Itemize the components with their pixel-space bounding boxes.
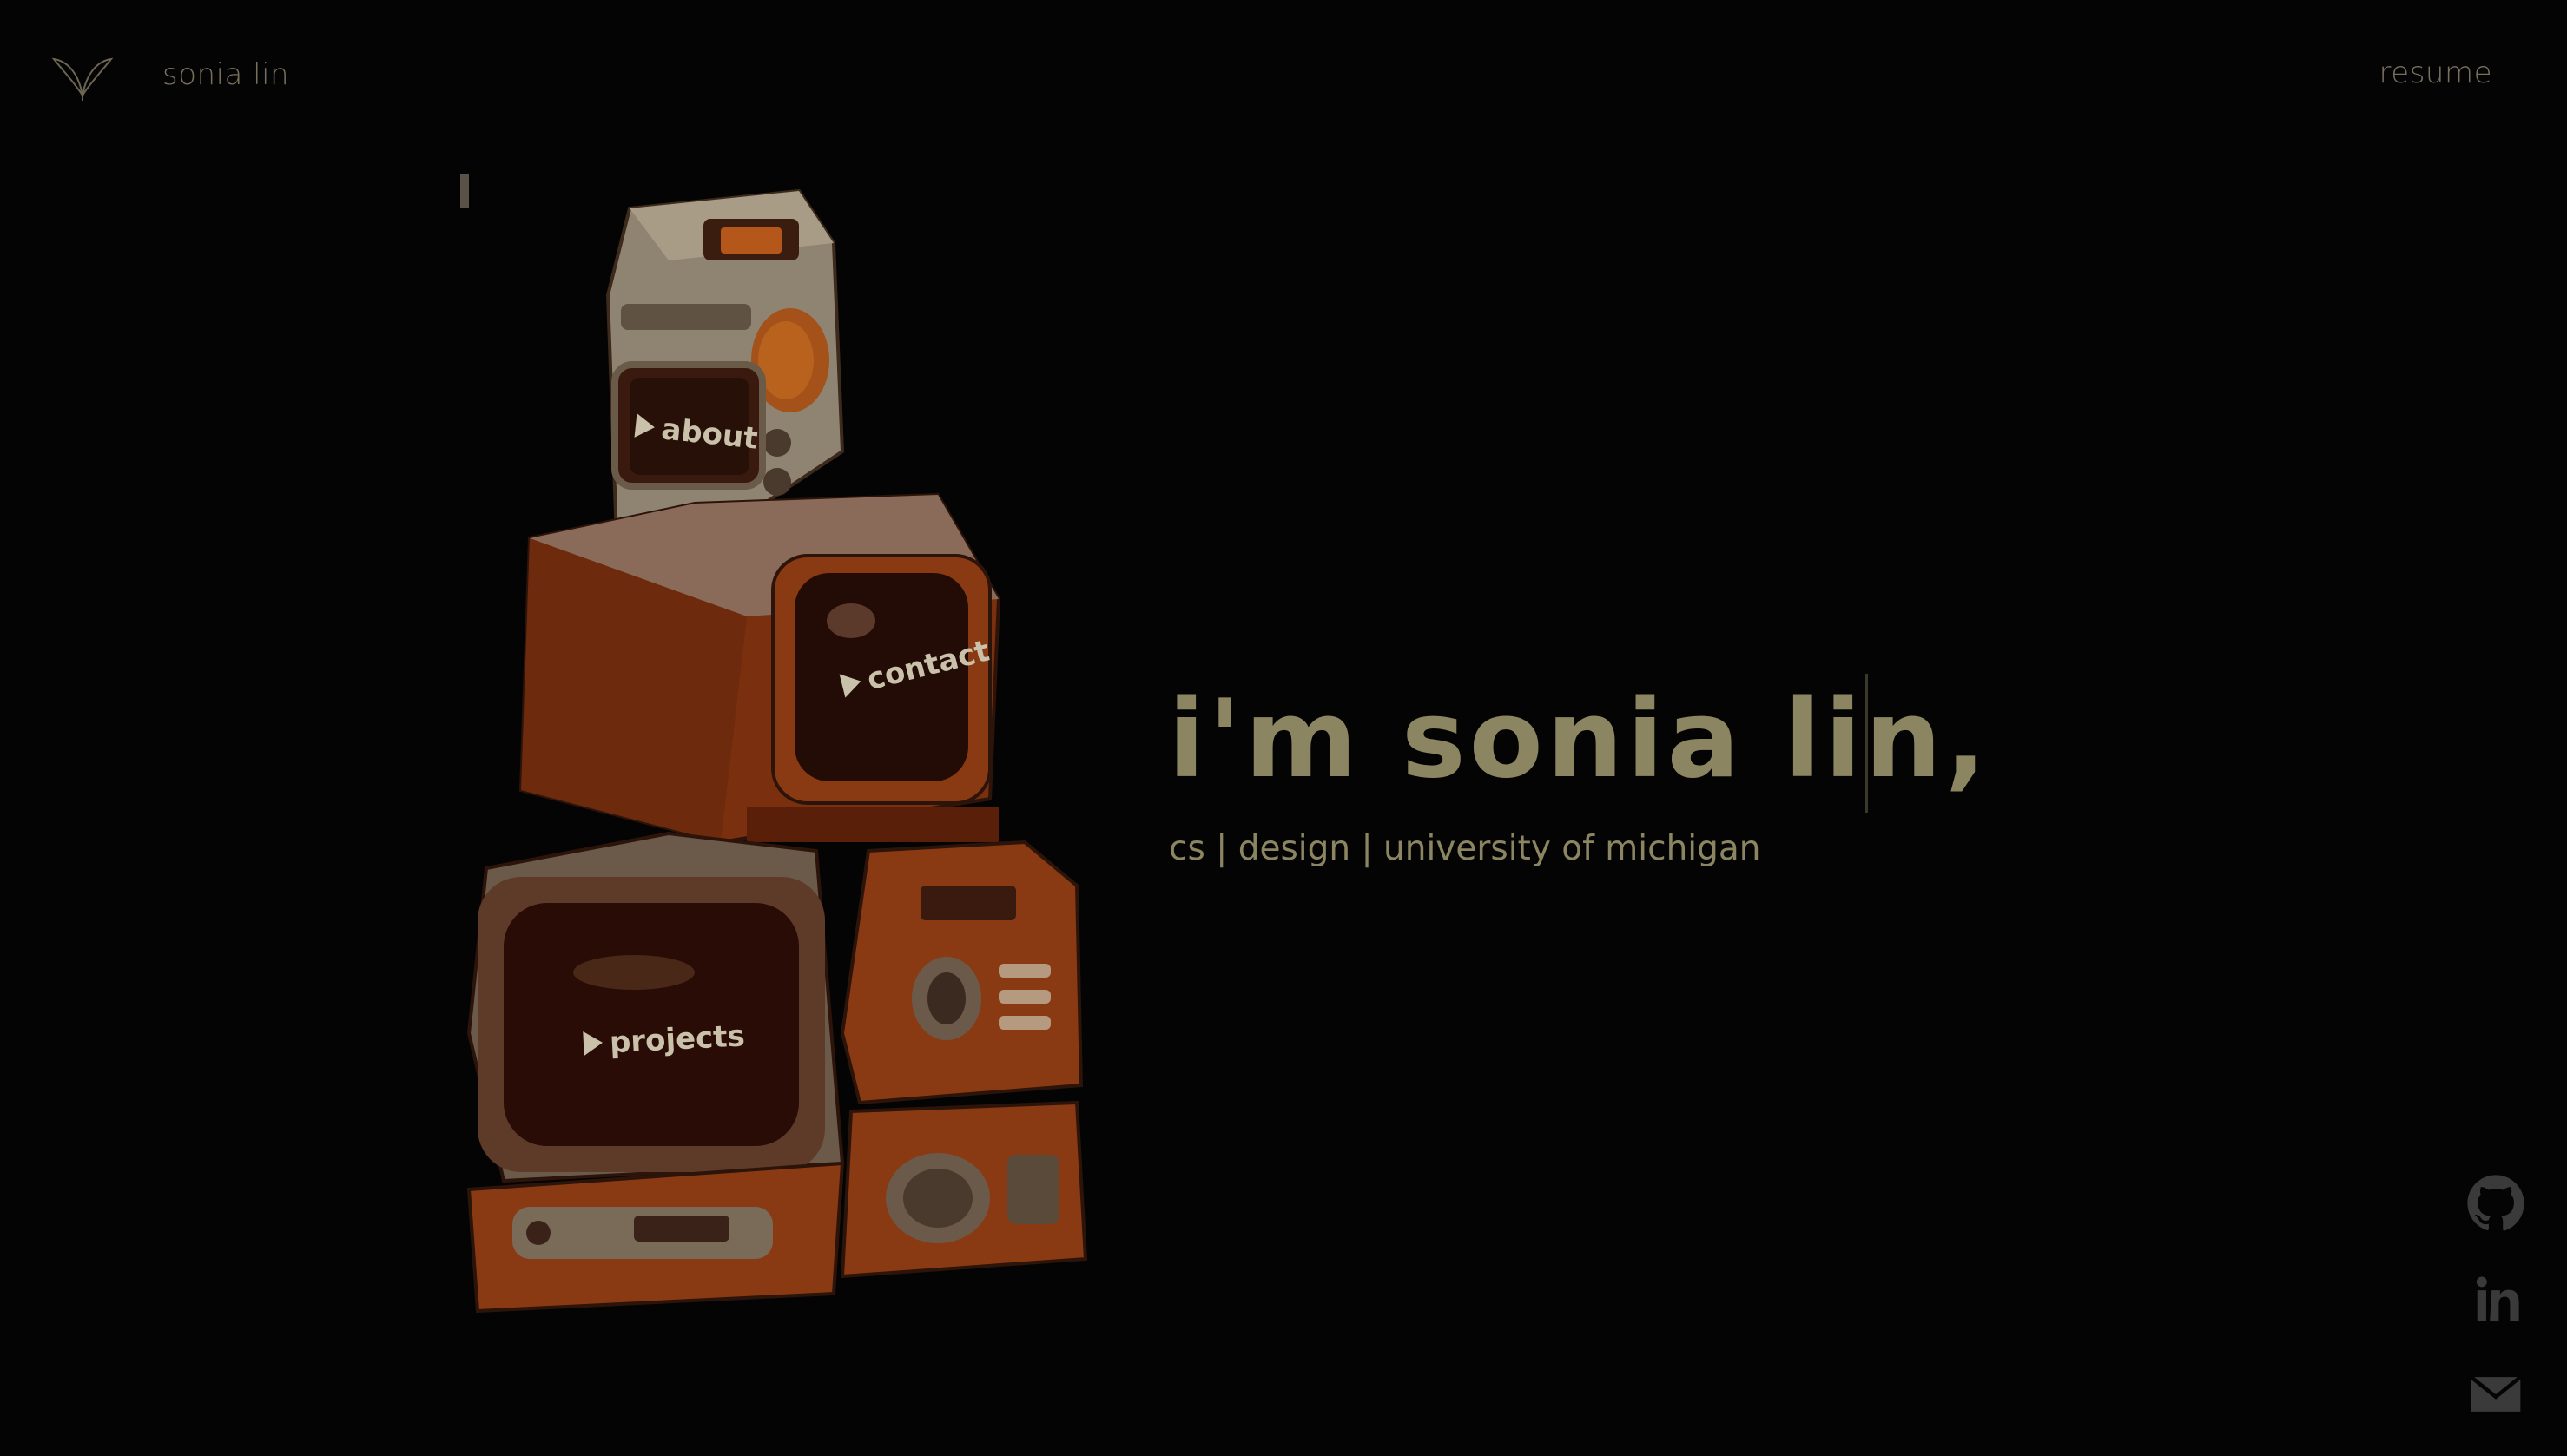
retro-tv-stack-illustration: about contact projects <box>460 174 1088 1314</box>
hero-subtitle: cs | design | university of michigan <box>1169 829 1761 868</box>
resume-link[interactable]: resume <box>2379 56 2492 90</box>
mail-icon[interactable] <box>2466 1365 2525 1424</box>
github-icon[interactable] <box>2466 1174 2525 1233</box>
tv-bottom-right <box>840 840 1088 1279</box>
tv-bottom-left <box>466 831 845 1314</box>
site-name[interactable]: sonia lin <box>162 57 289 92</box>
projects-label: projects <box>609 1018 746 1060</box>
linkedin-icon[interactable] <box>2466 1269 2525 1328</box>
typing-cursor <box>1865 674 1868 813</box>
tv-top-cream <box>460 174 845 558</box>
leaf-logo-icon[interactable] <box>50 50 115 101</box>
